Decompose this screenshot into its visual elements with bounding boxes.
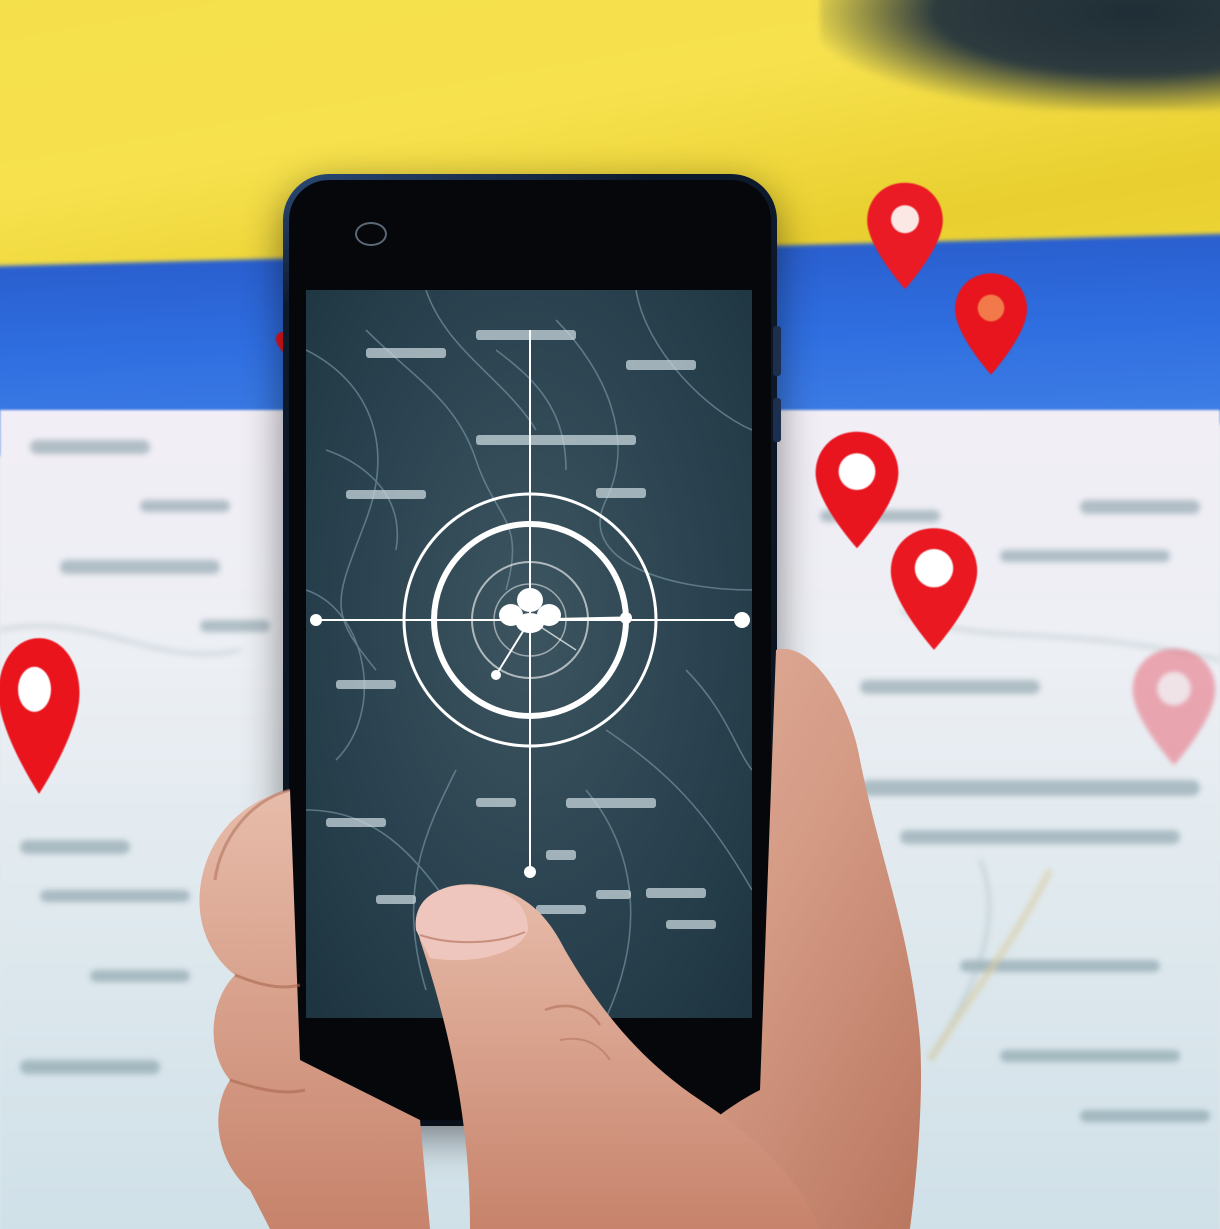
location-pin-icon [1128, 640, 1220, 774]
location-pin-icon [862, 180, 948, 292]
phone-screen [306, 290, 752, 1018]
phone-map-display [306, 290, 752, 1018]
background-shadow [820, 0, 1220, 110]
location-pin-icon [0, 634, 84, 798]
scene [0, 0, 1220, 1229]
location-pin-icon [886, 522, 982, 656]
phone-side-button [773, 326, 781, 376]
phone-side-button [773, 398, 781, 442]
location-pin-icon [951, 270, 1031, 378]
camera-icon [355, 222, 387, 246]
